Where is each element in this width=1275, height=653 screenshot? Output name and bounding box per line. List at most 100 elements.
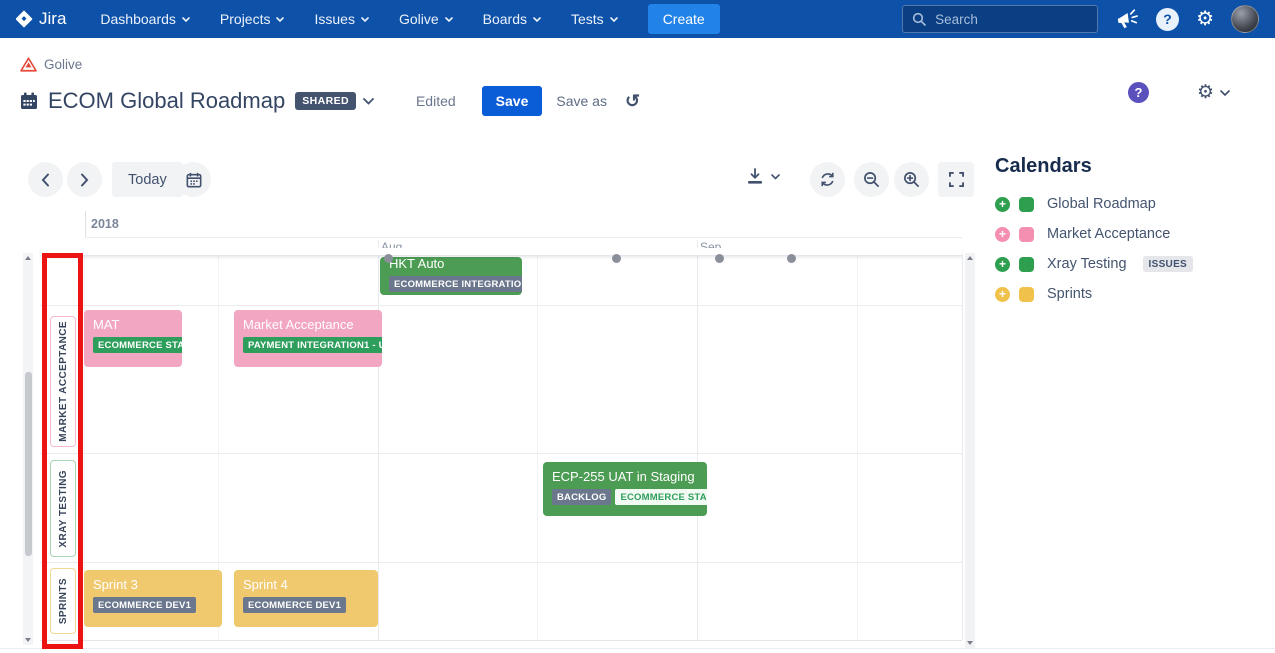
nav-dashboards[interactable]: Dashboards — [100, 11, 190, 27]
chevron-down-icon — [1220, 90, 1230, 96]
zoom-in-icon — [903, 171, 920, 188]
search-box[interactable] — [902, 5, 1098, 33]
undo-icon[interactable]: ↺ — [625, 91, 640, 112]
lane-label-xray-testing[interactable]: XRAY TESTING — [50, 460, 76, 557]
nav-boards[interactable]: Boards — [483, 11, 541, 27]
chevron-down-icon — [533, 17, 541, 22]
add-icon[interactable]: + — [995, 197, 1010, 212]
grid-vline — [857, 255, 858, 640]
milestone-dot[interactable] — [612, 254, 621, 263]
refresh-icon — [819, 171, 836, 188]
top-nav: Jira Dashboards Projects Issues Golive B… — [0, 0, 1275, 38]
search-icon — [912, 12, 926, 26]
chevron-down-icon — [445, 17, 453, 22]
page-title: ECOM Global Roadmap — [48, 88, 285, 114]
download-icon — [746, 168, 764, 185]
scrollbar-thumb[interactable] — [25, 372, 32, 556]
lane-label-market-acceptance[interactable]: MARKET ACCEPTANCE — [50, 316, 76, 447]
color-swatch[interactable] — [1019, 227, 1034, 242]
user-avatar[interactable] — [1231, 5, 1259, 33]
calendar-label: Xray Testing — [1047, 256, 1127, 272]
gear-icon: ⚙ — [1197, 83, 1214, 102]
shared-badge: SHARED — [295, 92, 356, 110]
event-bar-hkt-auto[interactable]: HKT Auto ECOMMERCE INTEGRATION2 — [380, 257, 522, 295]
help-icon[interactable]: ? — [1156, 8, 1179, 31]
board-badge: ECOMMERCE DEV1 — [243, 597, 346, 613]
calendar-item-market-acceptance[interactable]: + Market Acceptance — [995, 226, 1265, 242]
grid-vline-month — [697, 255, 698, 640]
right-scrollbar[interactable] — [965, 253, 975, 648]
board-badge: ECOMMERCE DEV1 — [93, 597, 196, 613]
prev-button[interactable] — [28, 162, 63, 197]
add-icon[interactable]: + — [995, 227, 1010, 242]
grid-top-border — [40, 255, 962, 256]
event-bar-mat[interactable]: MAT ECOMMERCE STAG — [84, 310, 182, 367]
add-icon[interactable]: + — [995, 287, 1010, 302]
jira-golive-app: Jira Dashboards Projects Issues Golive B… — [0, 0, 1275, 653]
edited-status: Edited — [416, 93, 456, 109]
calendars-sidebar: Calendars + Global Roadmap + Market Acce… — [995, 155, 1265, 316]
scroll-up-arrow[interactable] — [967, 256, 973, 260]
lane-label-sprints[interactable]: SPRINTS — [50, 568, 76, 634]
scroll-down-arrow[interactable] — [25, 638, 31, 642]
settings-menu[interactable]: ⚙ — [1197, 83, 1230, 102]
jira-logo-icon — [14, 9, 34, 29]
nav-menus: Dashboards Projects Issues Golive Boards… — [100, 11, 617, 27]
next-button[interactable] — [67, 162, 102, 197]
nav-issues[interactable]: Issues — [314, 11, 368, 27]
fullscreen-icon — [949, 172, 964, 187]
event-bar-ecp-255[interactable]: ECP-255 UAT in Staging BACKLOG ECOMMERCE… — [543, 462, 707, 516]
chevron-down-icon — [361, 17, 369, 22]
calendar-item-xray-testing[interactable]: + Xray Testing ISSUES — [995, 256, 1265, 272]
calendar-item-global-roadmap[interactable]: + Global Roadmap — [995, 196, 1265, 212]
event-bar-sprint-4[interactable]: Sprint 4 ECOMMERCE DEV1 — [234, 570, 378, 627]
breadcrumb-golive-link[interactable]: Golive — [44, 57, 82, 72]
calendar-label: Market Acceptance — [1047, 226, 1170, 242]
milestone-dot[interactable] — [384, 254, 393, 263]
environment-badge: ECOMMERCE STAGIN — [615, 489, 707, 505]
search-input[interactable] — [933, 11, 1088, 28]
date-picker-button[interactable] — [176, 162, 211, 197]
milestone-dot[interactable] — [787, 254, 796, 263]
scroll-up-arrow[interactable] — [25, 256, 31, 260]
jira-brand-label: Jira — [39, 9, 66, 29]
nav-golive[interactable]: Golive — [399, 11, 453, 27]
nav-tests[interactable]: Tests — [571, 11, 618, 27]
save-button[interactable]: Save — [482, 86, 543, 116]
zoom-in-button[interactable] — [894, 162, 929, 197]
chevron-down-icon — [182, 17, 190, 22]
left-scrollbar[interactable] — [23, 253, 33, 645]
color-swatch[interactable] — [1019, 197, 1034, 212]
event-bar-sprint-3[interactable]: Sprint 3 ECOMMERCE DEV1 — [84, 570, 222, 627]
status-badge: BACKLOG — [552, 489, 611, 505]
version-badge: ECOMMERCE STAG — [93, 337, 182, 353]
chevron-left-icon — [41, 173, 50, 187]
title-chevron-down-icon[interactable] — [363, 98, 374, 105]
help-icon[interactable]: ? — [1128, 82, 1149, 103]
announcements-icon[interactable] — [1114, 7, 1141, 31]
issues-badge: ISSUES — [1143, 256, 1193, 272]
scroll-down-arrow[interactable] — [967, 641, 973, 645]
zoom-out-button[interactable] — [854, 162, 889, 197]
fullscreen-button[interactable] — [938, 162, 974, 197]
add-icon[interactable]: + — [995, 257, 1010, 272]
panel-bottom-border — [0, 648, 1275, 649]
nav-projects[interactable]: Projects — [220, 11, 285, 27]
event-bar-market-acceptance[interactable]: Market Acceptance PAYMENT INTEGRATION1 -… — [234, 310, 382, 367]
grid-vline — [537, 255, 538, 640]
refresh-button[interactable] — [810, 162, 845, 197]
today-button[interactable]: Today — [112, 162, 183, 197]
color-swatch[interactable] — [1019, 287, 1034, 302]
export-button[interactable] — [740, 167, 786, 186]
save-as-button[interactable]: Save as — [550, 86, 613, 116]
color-swatch[interactable] — [1019, 257, 1034, 272]
jira-logo[interactable]: Jira — [14, 9, 66, 29]
calendar-item-sprints[interactable]: + Sprints — [995, 286, 1265, 302]
breadcrumb: Golive — [20, 57, 82, 72]
year-tick — [85, 211, 86, 237]
create-button[interactable]: Create — [648, 4, 720, 34]
gear-icon[interactable]: ⚙ — [1196, 9, 1214, 29]
grid-bottom-border — [40, 640, 962, 641]
milestone-dot[interactable] — [715, 254, 724, 263]
sidebar-heading: Calendars — [995, 155, 1265, 178]
